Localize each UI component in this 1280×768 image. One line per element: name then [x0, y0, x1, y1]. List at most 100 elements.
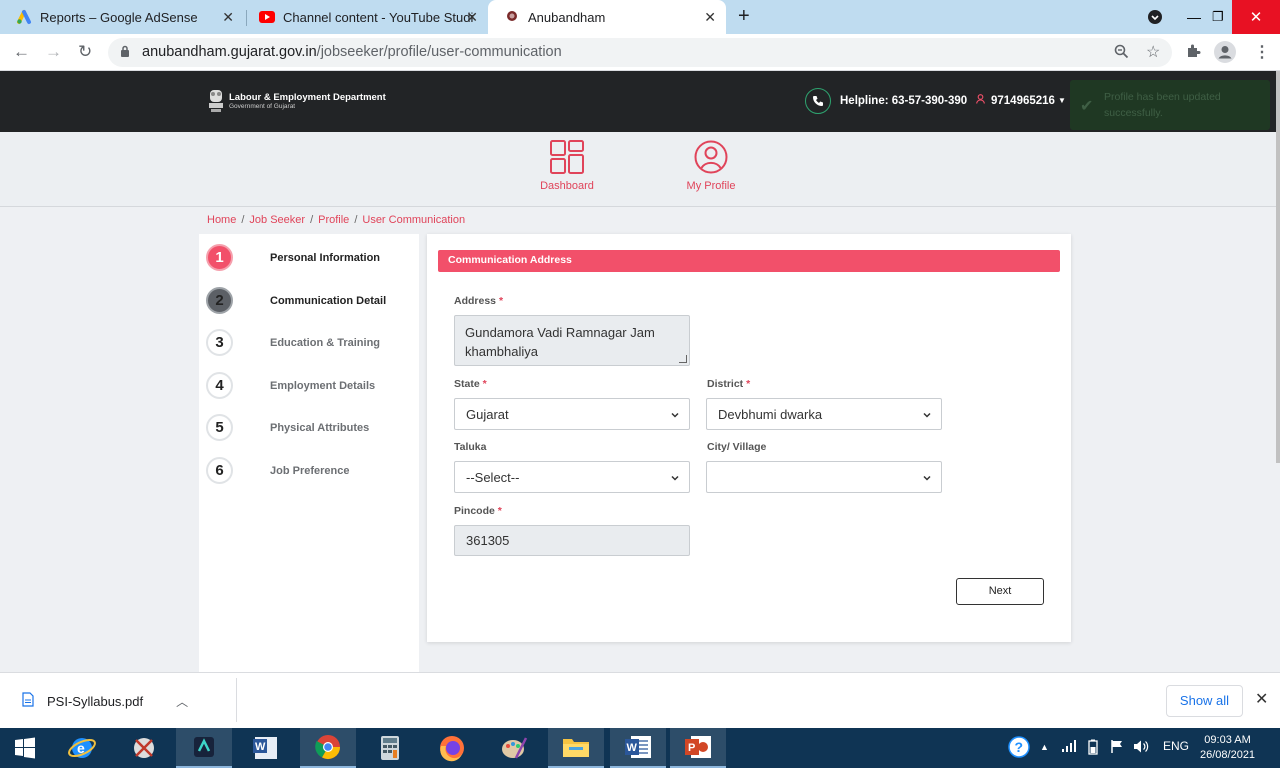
state-select[interactable]: Gujarat: [454, 398, 690, 430]
calculator-icon[interactable]: [362, 728, 418, 768]
step-education-training[interactable]: 3 Education & Training: [206, 329, 380, 356]
step-number: 4: [206, 372, 233, 399]
department-subtitle: Government of Gujarat: [229, 103, 296, 110]
address-field[interactable]: Gundamora Vadi Ramnagar Jam khambhaliya: [454, 315, 690, 366]
volume-icon[interactable]: [1133, 739, 1149, 757]
svg-text:P: P: [688, 742, 695, 754]
step-personal-information[interactable]: 1 Personal Information: [206, 244, 380, 271]
resize-handle-icon[interactable]: [679, 355, 687, 363]
pincode-field[interactable]: 361305: [454, 525, 690, 556]
snipping-tool-icon[interactable]: [116, 728, 172, 768]
district-value: Devbhumi dwarka: [718, 407, 823, 422]
download-bar: PSI-Syllabus.pdf ︿ Show all ✕: [0, 672, 1280, 728]
success-toast[interactable]: ✔ Profile has been updated successfully.: [1070, 80, 1270, 130]
word-icon[interactable]: W: [610, 728, 666, 768]
step-number: 5: [206, 414, 233, 441]
forward-icon[interactable]: →: [45, 42, 62, 62]
url-field[interactable]: anubandham.gujarat.gov.in/jobseeker/prof…: [108, 38, 1172, 67]
city-select[interactable]: [706, 461, 942, 493]
breadcrumb-separator: /: [241, 214, 245, 226]
user-phone: 9714965216: [991, 94, 1055, 107]
firefox-icon[interactable]: [424, 728, 480, 768]
signal-icon[interactable]: [1061, 739, 1077, 756]
profile-avatar-icon[interactable]: [1214, 41, 1236, 68]
paint-icon[interactable]: [486, 728, 542, 768]
tray-expand-icon[interactable]: ▲: [1040, 742, 1049, 752]
minimize-icon[interactable]: —: [1187, 0, 1201, 34]
new-tab-icon[interactable]: +: [738, 5, 750, 28]
breadcrumb-job-seeker[interactable]: Job Seeker: [249, 214, 305, 226]
zoom-icon[interactable]: [1114, 44, 1129, 64]
menu-dashboard[interactable]: Dashboard: [522, 140, 612, 192]
district-label-text: District: [707, 378, 744, 390]
step-label: Personal Information: [270, 251, 381, 264]
step-physical-attributes[interactable]: 5 Physical Attributes: [206, 414, 369, 441]
tab-adsense[interactable]: Reports – Google AdSense ✕: [0, 0, 244, 34]
browser-menu-icon[interactable]: ⋮: [1254, 42, 1270, 62]
main-menu: Dashboard My Profile: [0, 132, 1276, 207]
flag-icon[interactable]: [1110, 739, 1124, 757]
city-label: City/ Village: [707, 441, 767, 453]
word-legacy-icon[interactable]: W: [238, 728, 294, 768]
menu-my-profile-label: My Profile: [686, 180, 736, 192]
step-job-preference[interactable]: 6 Job Preference: [206, 457, 349, 484]
breadcrumb-separator: /: [310, 214, 314, 226]
close-tab-icon[interactable]: ✕: [222, 9, 234, 26]
reload-icon[interactable]: ↻: [78, 42, 92, 62]
close-tab-icon[interactable]: ✕: [466, 9, 478, 26]
tab-youtube-studio[interactable]: Channel content - YouTube Studi ✕: [243, 0, 488, 34]
lock-icon: [120, 45, 130, 63]
show-all-button[interactable]: Show all: [1166, 685, 1243, 717]
file-explorer-icon[interactable]: [548, 728, 604, 768]
menu-my-profile[interactable]: My Profile: [666, 140, 756, 192]
required-mark: *: [746, 378, 751, 390]
step-label: Education & Training: [270, 336, 381, 349]
close-window-icon[interactable]: ✕: [1232, 0, 1280, 34]
app-icon[interactable]: [176, 728, 232, 768]
breadcrumb-home[interactable]: Home: [207, 214, 236, 226]
user-icon: [976, 94, 985, 107]
download-item[interactable]: PSI-Syllabus.pdf ︿: [22, 692, 188, 710]
step-communication-detail[interactable]: 2 Communication Detail: [206, 287, 386, 314]
adsense-icon: [16, 9, 32, 25]
system-clock[interactable]: 09:03 AM 26/08/2021: [1200, 733, 1255, 763]
address-bar: ← → ↻ anubandham.gujarat.gov.in/jobseeke…: [0, 34, 1280, 71]
breadcrumb: Home / Job Seeker / Profile / User Communicati…: [207, 214, 465, 226]
tab-search-icon[interactable]: [1147, 0, 1163, 34]
svg-text:W: W: [627, 742, 638, 754]
helpline[interactable]: Helpline: 63-57-390-390: [805, 88, 967, 114]
close-download-bar-icon[interactable]: ✕: [1255, 689, 1268, 709]
chevron-down-icon: [670, 471, 680, 486]
extensions-icon[interactable]: [1185, 43, 1201, 64]
chevron-up-icon[interactable]: ︿: [176, 693, 188, 710]
taluka-select[interactable]: --Select--: [454, 461, 690, 493]
user-menu[interactable]: 9714965216 ▼: [976, 94, 1066, 107]
close-tab-icon[interactable]: ✕: [704, 9, 716, 26]
tab-anubandham[interactable]: Anubandham ✕: [488, 0, 726, 34]
department-title: Labour & Employment Department: [229, 92, 386, 103]
browser-tab-bar: Reports – Google AdSense ✕ Channel conte…: [0, 0, 1280, 34]
internet-explorer-icon[interactable]: e: [54, 728, 110, 768]
district-label: District *: [707, 378, 750, 390]
bookmark-star-icon[interactable]: ☆: [1146, 42, 1160, 62]
step-employment-details[interactable]: 4 Employment Details: [206, 372, 375, 399]
step-number: 2: [206, 287, 233, 314]
chrome-icon[interactable]: [300, 728, 356, 768]
svg-text:e: e: [77, 740, 85, 756]
powerpoint-icon[interactable]: P: [670, 728, 726, 768]
help-icon[interactable]: ?: [1008, 736, 1030, 761]
page-scrollbar[interactable]: [1276, 71, 1280, 463]
svg-text:W: W: [255, 741, 266, 753]
next-button[interactable]: Next: [956, 578, 1044, 605]
breadcrumb-profile[interactable]: Profile: [318, 214, 349, 226]
department-logo[interactable]: Labour & Employment Department Governmen…: [207, 86, 386, 116]
windows-start-icon[interactable]: [0, 728, 50, 768]
restore-icon[interactable]: ❐: [1212, 0, 1224, 34]
state-label-text: State: [454, 378, 480, 390]
step-number: 6: [206, 457, 233, 484]
battery-icon[interactable]: [1086, 739, 1100, 758]
back-icon[interactable]: ←: [13, 42, 30, 62]
chevron-down-icon: [922, 408, 932, 423]
language-indicator[interactable]: ENG: [1163, 739, 1189, 753]
district-select[interactable]: Devbhumi dwarka: [706, 398, 942, 430]
